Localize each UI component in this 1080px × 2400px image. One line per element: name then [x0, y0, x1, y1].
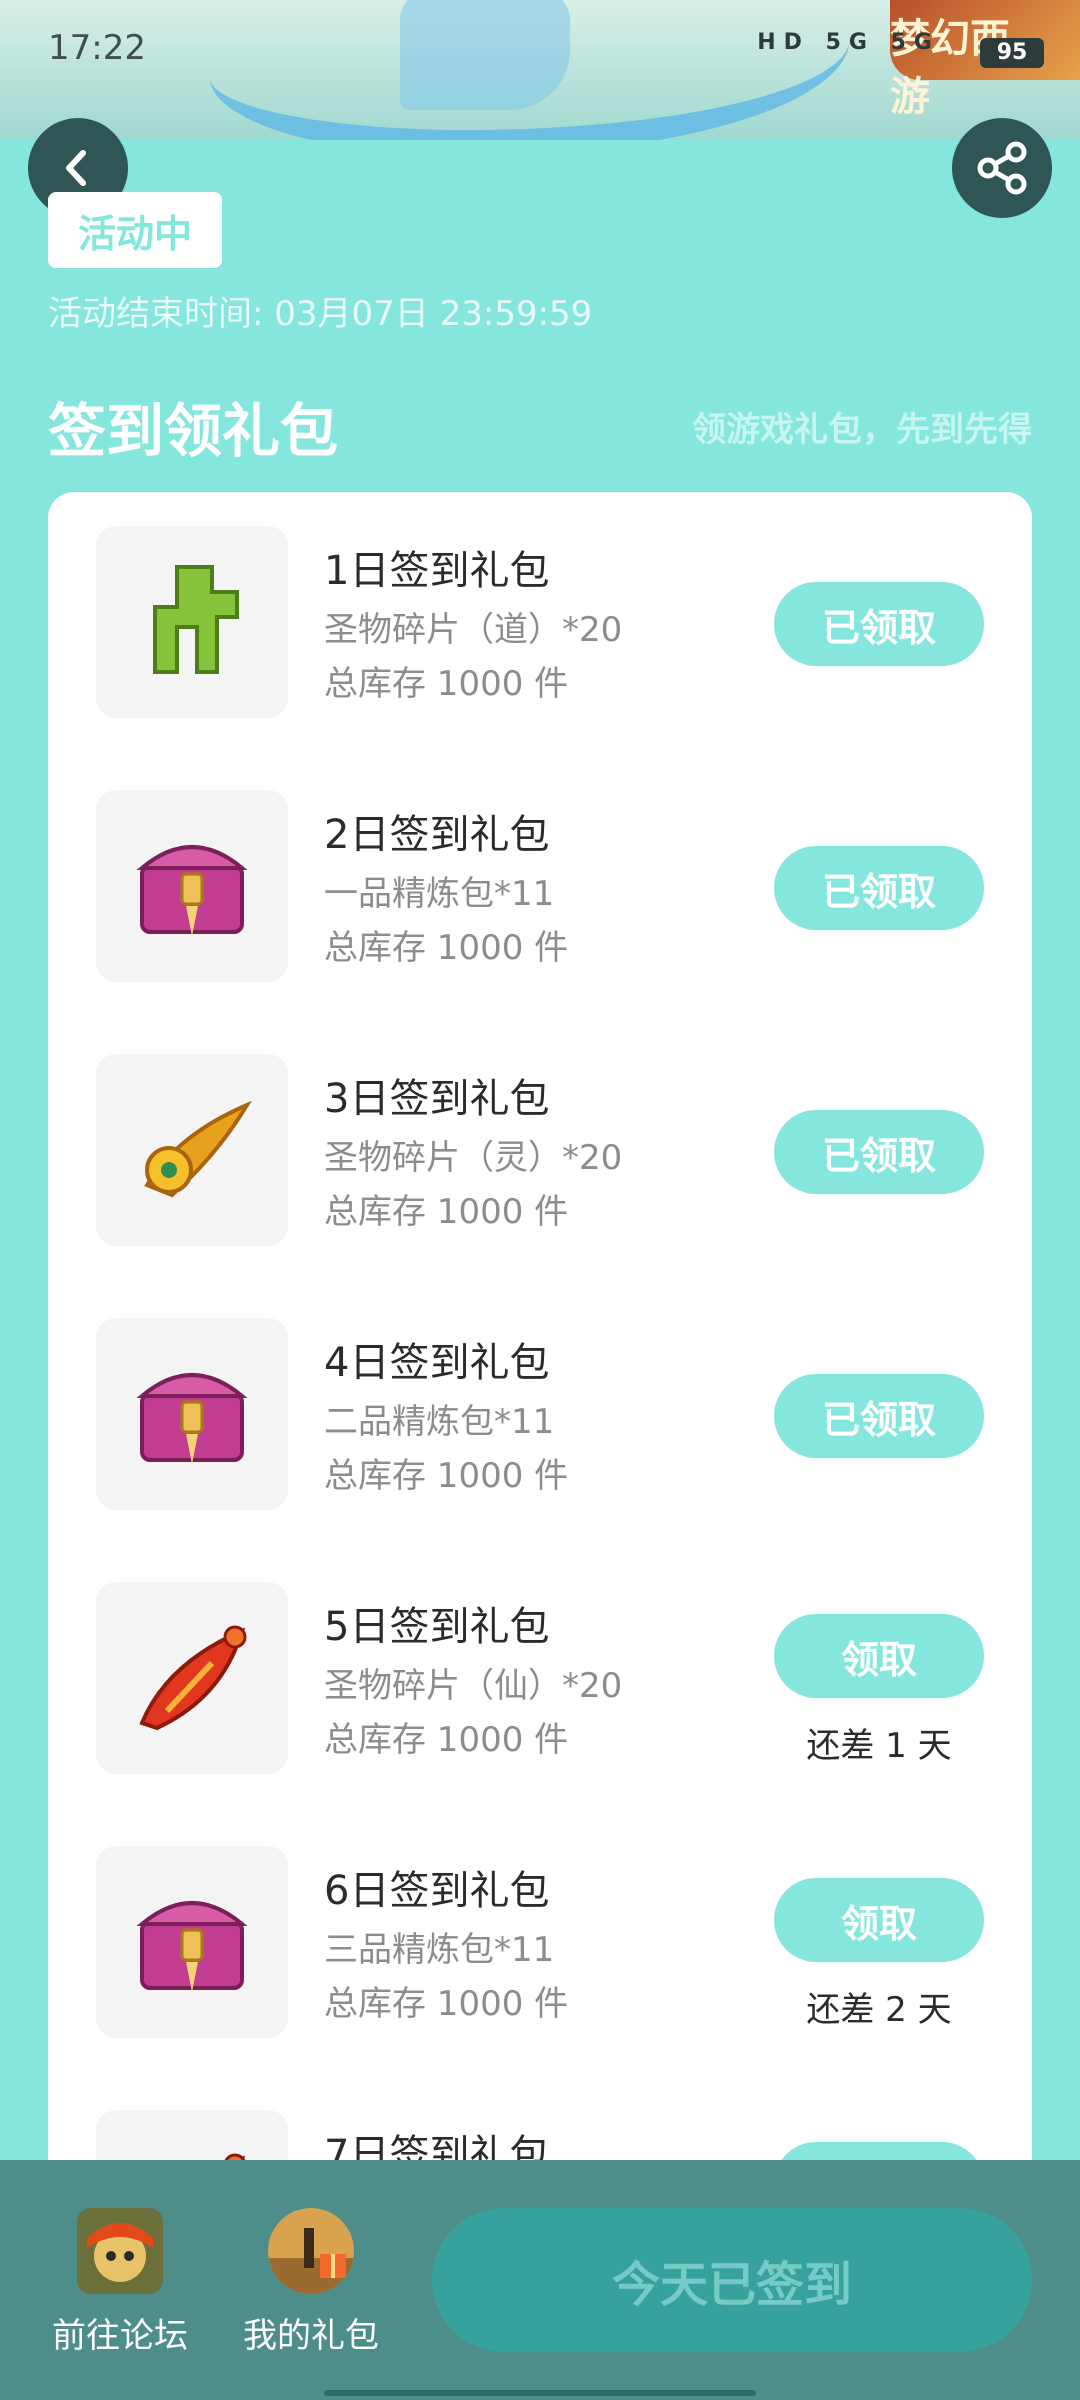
chevron-left-icon — [66, 150, 86, 186]
golden-token-icon — [144, 1100, 252, 1198]
list-item: 2日签到礼包 一品精炼包*11 总库存 1000 件 已领取 — [48, 756, 1032, 1020]
gift-title: 1日签到礼包 — [324, 548, 550, 594]
gift-desc: 二品精炼包*11 — [324, 1402, 555, 1442]
claimed-button[interactable]: 已领取 — [774, 1374, 984, 1458]
gift-title: 3日签到礼包 — [324, 1076, 550, 1122]
gift-thumbnail — [96, 1846, 288, 2038]
gift-title: 5日签到礼包 — [324, 1604, 550, 1650]
list-item: 5日签到礼包 圣物碎片（仙）*20 总库存 1000 件 领取 还差 1 天 — [48, 1548, 1032, 1812]
status-time: 17:22 — [48, 28, 146, 68]
gift-stock: 总库存 1000 件 — [324, 928, 569, 968]
treasure-chest-icon — [136, 1901, 248, 1992]
share-icon — [977, 141, 1027, 195]
home-indicator — [324, 2390, 756, 2396]
gift-thumbnail — [96, 1054, 288, 1246]
page-subtitle: 领游戏礼包，先到先得 — [692, 410, 1032, 450]
list-item: 3日签到礼包 圣物碎片（灵）*20 总库存 1000 件 已领取 — [48, 1020, 1032, 1284]
gift-desc: 三品精炼包*11 — [324, 1930, 555, 1970]
gift-title: 6日签到礼包 — [324, 1868, 550, 1914]
gift-thumbnail — [96, 526, 288, 718]
my-gifts-label[interactable]: 我的礼包 — [216, 2308, 406, 2357]
forum-game-icon — [77, 2208, 163, 2294]
gift-thumbnail — [96, 790, 288, 982]
gift-stock: 总库存 1000 件 — [324, 1456, 569, 1496]
gift-title: 4日签到礼包 — [324, 1340, 550, 1386]
list-item: 6日签到礼包 三品精炼包*11 总库存 1000 件 领取 还差 2 天 — [48, 1812, 1032, 2076]
days-remaining: 还差 1 天 — [806, 1726, 952, 1766]
gift-title: 2日签到礼包 — [324, 812, 550, 858]
avatar-gift-icon — [268, 2208, 354, 2294]
gift-list: 1日签到礼包 圣物碎片（道）*20 总库存 1000 件 已领取 2日签到礼包 … — [48, 492, 1032, 2292]
gift-desc: 圣物碎片（仙）*20 — [324, 1666, 623, 1706]
gift-desc: 圣物碎片（道）*20 — [324, 610, 623, 650]
battery-indicator: 95 — [980, 38, 1044, 68]
gift-desc: 一品精炼包*11 — [324, 874, 555, 914]
banner-character — [400, 0, 570, 110]
gift-desc: 圣物碎片（灵）*20 — [324, 1138, 623, 1178]
claimed-button[interactable]: 已领取 — [774, 582, 984, 666]
share-button[interactable] — [952, 118, 1052, 218]
gift-stock: 总库存 1000 件 — [324, 1984, 569, 2024]
claimed-button[interactable]: 已领取 — [774, 1110, 984, 1194]
list-item: 1日签到礼包 圣物碎片（道）*20 总库存 1000 件 已领取 — [48, 492, 1032, 756]
jade-token-icon — [153, 565, 239, 674]
bottom-bar: 前往论坛 我的礼包 今天已签到 — [0, 2160, 1080, 2400]
activity-end-time: 活动结束时间: 03月07日 23:59:59 — [48, 294, 593, 334]
claimed-button[interactable]: 已领取 — [774, 846, 984, 930]
top-banner: 梦幻西游 — [0, 0, 1080, 140]
network-indicator: HD 5G 5G — [757, 30, 940, 55]
forum-label[interactable]: 前往论坛 — [25, 2308, 215, 2357]
status-badge: 活动中 — [48, 192, 222, 268]
gift-thumbnail — [96, 1582, 288, 1774]
gift-stock: 总库存 1000 件 — [324, 1720, 569, 1760]
gift-stock: 总库存 1000 件 — [324, 664, 569, 704]
claim-button[interactable]: 领取 — [774, 1878, 984, 1962]
forum-button[interactable] — [77, 2208, 163, 2294]
gift-thumbnail — [96, 1318, 288, 1510]
claim-button[interactable]: 领取 — [774, 1614, 984, 1698]
page-title: 签到领礼包 — [48, 397, 339, 465]
my-gifts-button[interactable] — [268, 2208, 354, 2294]
signed-in-button[interactable]: 今天已签到 — [432, 2208, 1032, 2352]
days-remaining: 还差 2 天 — [806, 1990, 952, 2030]
list-item: 4日签到礼包 二品精炼包*11 总库存 1000 件 已领取 — [48, 1284, 1032, 1548]
red-token-icon — [139, 1625, 247, 1731]
gift-stock: 总库存 1000 件 — [324, 1192, 569, 1232]
treasure-chest-icon — [136, 845, 248, 936]
treasure-chest-icon — [136, 1373, 248, 1464]
